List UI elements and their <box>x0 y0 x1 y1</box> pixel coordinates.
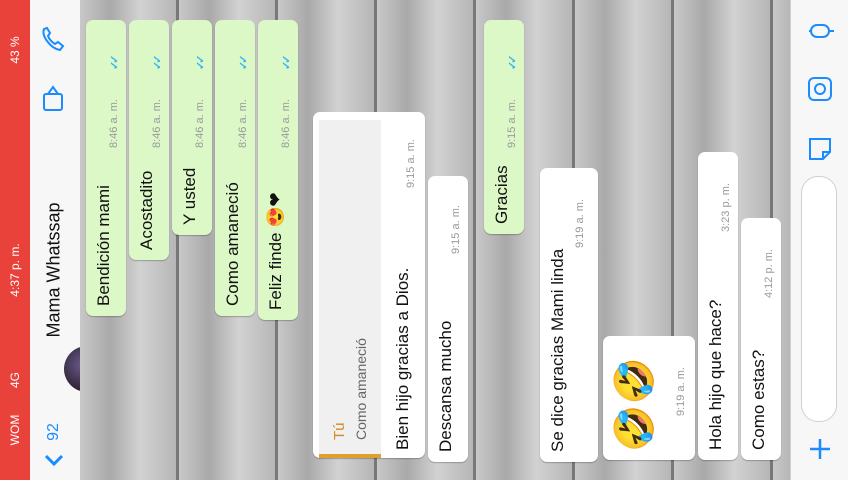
message-time: 8:46 a. m. <box>194 99 206 148</box>
message-time: 9:19 a. m. <box>574 199 586 248</box>
message-text: Se dice gracias Mami linda <box>548 248 567 452</box>
message-input[interactable] <box>801 176 837 422</box>
message-text: Descansa mucho <box>436 320 455 452</box>
camera-icon[interactable] <box>805 74 835 104</box>
message-bubble[interactable]: Descansa mucho 9:15 a. m. <box>428 176 468 462</box>
network-type: 4G <box>8 371 22 389</box>
message-time: 9:15 a. m. <box>506 99 518 148</box>
phone-icon[interactable] <box>38 24 68 54</box>
read-ticks-icon: ✓✓ <box>195 57 207 70</box>
back-chevron-icon[interactable] <box>44 446 64 472</box>
message-bubble[interactable]: Tú Como amaneció Bien hijo gracias a Dio… <box>313 112 425 458</box>
read-ticks-icon: ✓✓ <box>507 57 519 70</box>
message-text: Gracias <box>492 165 511 224</box>
battery-level: 43 % <box>8 36 22 64</box>
back-count[interactable]: 92 <box>45 423 63 441</box>
plus-icon[interactable] <box>807 436 833 462</box>
laughing-emoji: 🤣🤣 <box>614 357 656 452</box>
message-bubble[interactable]: Bendición mami 8:46 a. m. ✓✓ <box>86 20 126 316</box>
message-text: Acostadito <box>137 170 156 250</box>
chat-header: Mama Whatssap 92 <box>30 0 110 480</box>
message-text: Bien hijo gracias a Dios. <box>393 267 412 450</box>
heart-eyes-emoji: 😍❤ <box>266 192 285 228</box>
sticker-icon[interactable] <box>805 134 835 164</box>
message-text: Como estas? <box>749 349 768 450</box>
message-time: 9:15 a. m. <box>450 205 462 254</box>
read-ticks-icon: ✓✓ <box>109 57 121 70</box>
carrier-name: WOM <box>8 414 22 446</box>
message-text: Bendición mami <box>94 185 113 306</box>
message-bubble[interactable]: Como amaneció 8:46 a. m. ✓✓ <box>215 20 255 316</box>
message-time: 8:46 a. m. <box>280 99 292 148</box>
read-ticks-icon: ✓✓ <box>152 57 164 70</box>
message-time: 4:12 p. m. <box>763 249 775 298</box>
contact-name[interactable]: Mama Whatssap <box>44 202 65 337</box>
read-ticks-icon: ✓✓ <box>238 57 250 70</box>
message-time: 9:15 a. m. <box>405 139 417 188</box>
message-bubble[interactable]: Feliz finde 😍❤ 8:46 a. m. ✓✓ <box>258 20 298 320</box>
message-bubble[interactable]: Y usted 8:46 a. m. ✓✓ <box>172 20 212 235</box>
message-bubble[interactable]: Acostadito 8:46 a. m. ✓✓ <box>129 20 169 260</box>
message-bubble[interactable]: Hola hijo que hace? 3:23 p. m. <box>698 152 738 460</box>
message-time: 9:19 a. m. <box>675 367 687 416</box>
microphone-icon[interactable] <box>807 16 835 48</box>
message-text: Hola hijo que hace? <box>706 299 725 450</box>
input-bar <box>790 0 848 480</box>
video-call-icon[interactable] <box>40 84 66 114</box>
message-time: 8:46 a. m. <box>108 99 120 148</box>
read-ticks-icon: ✓✓ <box>281 57 293 70</box>
message-text: Y usted <box>180 167 199 225</box>
message-text: Feliz finde 😍❤ <box>266 192 285 310</box>
message-text: Como amaneció <box>223 182 242 306</box>
reply-text: Como amaneció <box>353 338 369 440</box>
reply-quote[interactable]: Tú Como amaneció <box>319 120 381 458</box>
reply-author: Tú <box>331 422 348 440</box>
message-time: 8:46 a. m. <box>237 99 249 148</box>
message-bubble[interactable]: Se dice gracias Mami linda 9:19 a. m. <box>540 168 598 462</box>
message-time: 3:23 p. m. <box>720 183 732 232</box>
message-bubble[interactable]: Gracias 9:15 a. m. ✓✓ <box>484 20 524 234</box>
message-bubble[interactable]: 🤣🤣 9:19 a. m. <box>603 336 695 460</box>
status-bar: 43 % 4:37 p. m. 4G WOM <box>0 0 30 480</box>
status-time: 4:37 p. m. <box>8 243 22 297</box>
message-time: 8:46 a. m. <box>151 99 163 148</box>
message-bubble[interactable]: Como estas? 4:12 p. m. <box>741 218 781 460</box>
